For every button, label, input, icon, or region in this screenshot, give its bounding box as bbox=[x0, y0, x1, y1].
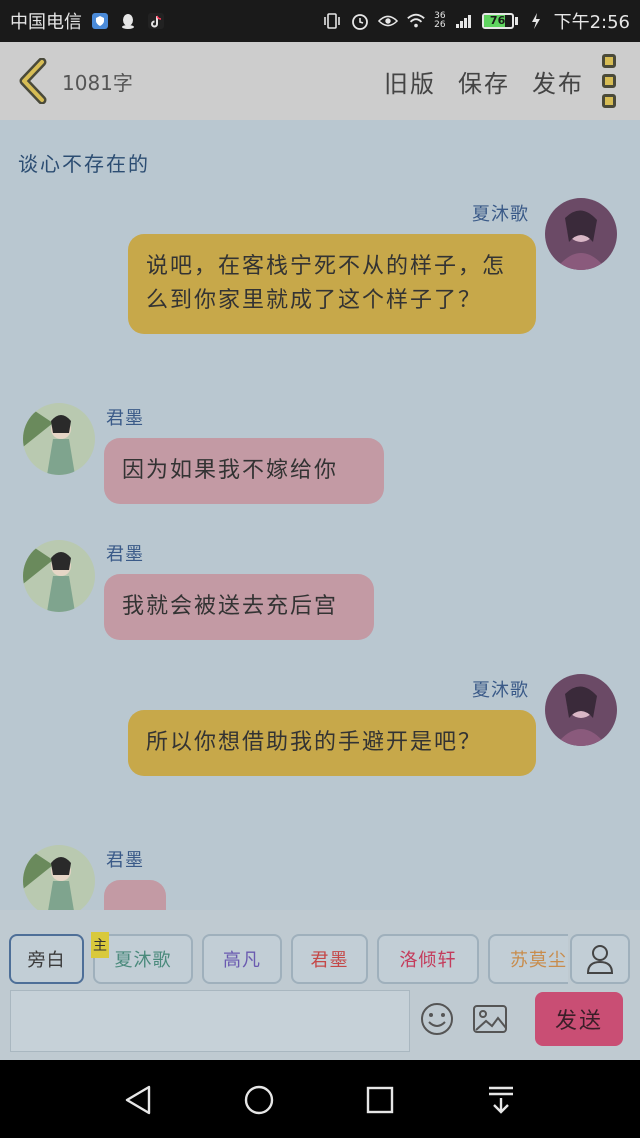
menu-dot-icon bbox=[602, 94, 616, 108]
alarm-icon bbox=[350, 11, 370, 31]
signal-icon bbox=[454, 11, 474, 31]
publish-button[interactable]: 发布 bbox=[532, 64, 584, 99]
message-input[interactable] bbox=[10, 990, 410, 1052]
speaker-name: 夏沐歌 bbox=[472, 680, 529, 701]
wifi-icon bbox=[406, 11, 426, 31]
carrier-name: 中国电信 bbox=[10, 12, 82, 33]
more-menu-button[interactable] bbox=[602, 54, 616, 108]
speaker-name: 君墨 bbox=[106, 544, 144, 565]
chevron-left-icon bbox=[19, 58, 47, 104]
character-selector: 旁白 夏沐歌 主 高凡 君墨 洛倾轩 苏莫尘 bbox=[0, 910, 640, 986]
character-gao-fan[interactable]: 高凡 bbox=[202, 934, 282, 984]
shield-icon bbox=[90, 11, 110, 31]
nav-home-button[interactable] bbox=[239, 1080, 279, 1120]
pull-down-icon bbox=[489, 1086, 513, 1114]
character-su-mochen[interactable]: 苏莫尘 bbox=[488, 934, 568, 984]
square-recents-icon bbox=[366, 1086, 394, 1114]
speaker-name: 君墨 bbox=[106, 850, 144, 871]
nav-recents-button[interactable] bbox=[360, 1080, 400, 1120]
circle-home-icon bbox=[244, 1085, 274, 1115]
old-version-button[interactable]: 旧版 bbox=[384, 64, 436, 99]
triangle-back-icon bbox=[125, 1085, 151, 1115]
manage-characters-button[interactable] bbox=[570, 934, 630, 984]
avatar[interactable] bbox=[23, 845, 95, 910]
message-bubble: 所以你想借助我的手避开是吧？ bbox=[128, 710, 536, 776]
message-bubble bbox=[104, 880, 166, 910]
nav-back-button[interactable] bbox=[118, 1080, 158, 1120]
save-button[interactable]: 保存 bbox=[458, 64, 510, 99]
vibrate-icon bbox=[322, 11, 342, 31]
chat-title: 谈心不存在的 bbox=[18, 152, 150, 176]
image-icon bbox=[473, 1005, 507, 1033]
emoji-button[interactable] bbox=[420, 1002, 454, 1040]
message-bubble: 说吧，在客栈宁死不从的样子，怎么到你家里就成了这个样子了？ bbox=[128, 234, 536, 334]
chat-area[interactable]: 谈心不存在的 夏沐歌 说吧，在客栈宁死不从的样子，怎么到你家里就成了这个样子了？… bbox=[0, 120, 640, 910]
system-nav-bar bbox=[0, 1060, 640, 1138]
composer: 发送 bbox=[0, 986, 640, 1060]
nav-notification-button[interactable] bbox=[481, 1080, 521, 1120]
image-button[interactable] bbox=[472, 1004, 508, 1038]
person-icon bbox=[586, 945, 614, 974]
message-bubble: 我就会被送去充后宫 bbox=[104, 574, 374, 640]
character-jun-mo[interactable]: 君墨 bbox=[291, 934, 368, 984]
send-button[interactable]: 发送 bbox=[535, 992, 623, 1046]
menu-dot-icon bbox=[602, 54, 616, 68]
avatar[interactable] bbox=[545, 198, 617, 270]
smiley-icon bbox=[421, 1003, 453, 1035]
eye-icon bbox=[378, 11, 399, 31]
qq-icon bbox=[118, 11, 138, 31]
charging-icon bbox=[526, 11, 546, 31]
network-type: 36 26 bbox=[434, 11, 446, 30]
word-count: 1081字 bbox=[62, 70, 133, 95]
speaker-name: 夏沐歌 bbox=[472, 204, 529, 225]
host-badge: 主 bbox=[91, 932, 109, 958]
editor-toolbar: 1081字 旧版 保存 发布 bbox=[0, 42, 640, 120]
clock: 下午2:56 bbox=[553, 12, 630, 33]
avatar[interactable] bbox=[23, 540, 95, 612]
avatar[interactable] bbox=[23, 403, 95, 475]
menu-dot-icon bbox=[602, 74, 616, 88]
message-bubble: 因为如果我不嫁给你 bbox=[104, 438, 384, 504]
character-luo-qingxuan[interactable]: 洛倾轩 bbox=[377, 934, 479, 984]
back-button[interactable] bbox=[6, 42, 60, 120]
avatar[interactable] bbox=[545, 674, 617, 746]
speaker-name: 君墨 bbox=[106, 408, 144, 429]
status-bar: 中国电信 36 26 76 下午2:56 bbox=[0, 0, 640, 42]
battery-indicator: 76 bbox=[481, 13, 518, 29]
character-narrator[interactable]: 旁白 bbox=[9, 934, 84, 984]
tiktok-icon bbox=[146, 11, 166, 31]
